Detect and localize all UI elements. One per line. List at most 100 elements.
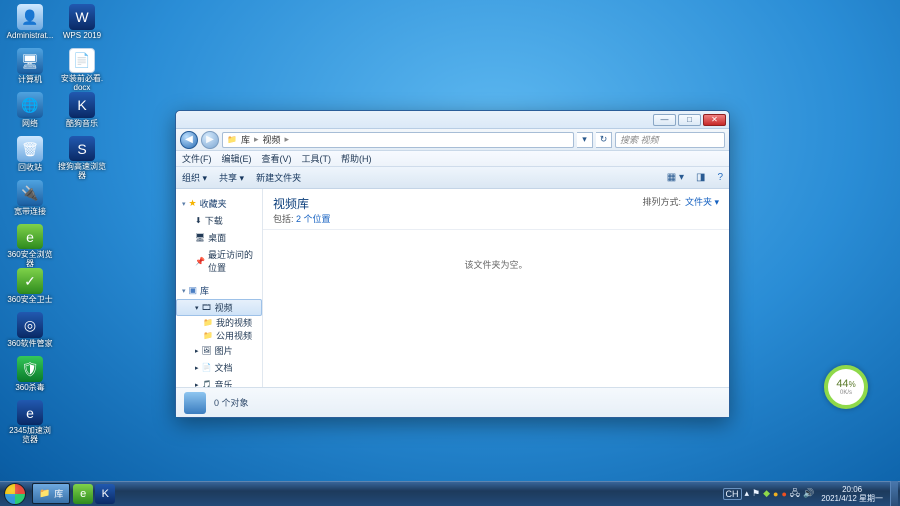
maximize-button[interactable]: □	[678, 114, 701, 126]
task-explorer[interactable]: 📁库	[32, 483, 70, 504]
refresh-button[interactable]: ↻	[596, 132, 612, 148]
desk-recycle[interactable]: 🗑回收站	[4, 136, 56, 180]
tray-clock[interactable]: 20:06 2021/4/12 星期一	[817, 485, 887, 503]
new-folder-button[interactable]: 新建文件夹	[256, 171, 301, 184]
icon-label: 2345加速浏 览器	[9, 426, 51, 444]
menu-edit[interactable]: 编辑(E)	[222, 152, 252, 165]
tray-flag-icon[interactable]: ⚑	[752, 488, 760, 499]
lib-public-videos[interactable]: 📁公用视频	[176, 329, 262, 342]
desk-computer[interactable]: 🖥计算机	[4, 48, 56, 92]
fav-downloads[interactable]: ⬇下载	[176, 212, 262, 229]
app-icon: 🗑	[17, 136, 43, 162]
app-icon: ◎	[17, 312, 43, 338]
window-titlebar[interactable]: — □ ✕	[176, 111, 729, 129]
forward-button[interactable]: ▶	[201, 131, 219, 149]
view-mode-button[interactable]: ▦ ▾	[667, 172, 684, 183]
app-icon: 🔌	[17, 180, 43, 206]
app-icon: 🛡	[17, 356, 43, 382]
toolbar: 组织 ▾ 共享 ▾ 新建文件夹 ▦ ▾ ◨ ?	[176, 167, 729, 189]
lib-pictures[interactable]: ▸🖼图片	[176, 342, 262, 359]
preview-pane-button[interactable]: ◨	[696, 172, 705, 183]
crumb-libraries[interactable]: 库	[241, 133, 250, 146]
desk-kugou[interactable]: K酷狗音乐	[56, 92, 108, 136]
desk-admin[interactable]: 👤Administrat...	[4, 4, 56, 48]
tray-shield-icon[interactable]: ◆	[763, 488, 770, 499]
icon-label: Administrat...	[7, 31, 54, 40]
arrange-by-link[interactable]: 文件夹 ▾	[685, 195, 719, 208]
address-dropdown[interactable]: ▾	[577, 132, 593, 148]
desk-2345[interactable]: e2345加速浏 览器	[4, 400, 56, 444]
desk-sogou[interactable]: S搜狗高速浏览 器	[56, 136, 108, 180]
desk-broadband[interactable]: 🔌宽带连接	[4, 180, 56, 224]
status-bar: 0 个对象	[176, 387, 729, 417]
icon-label: 360软件管家	[7, 339, 52, 348]
icon-label: 回收站	[18, 163, 42, 172]
app-icon: K	[69, 92, 95, 118]
app-icon: 📄	[69, 48, 95, 73]
icon-label: WPS 2019	[63, 31, 101, 40]
back-button[interactable]: ◀	[180, 131, 198, 149]
icon-label: 360安全卫士	[7, 295, 52, 304]
lib-my-videos[interactable]: 📁我的视频	[176, 316, 262, 329]
tray-app-icon-2[interactable]: ●	[781, 489, 786, 499]
tray-chevron-icon[interactable]: ▴	[745, 488, 750, 499]
crumb-videos[interactable]: 视频	[263, 133, 281, 146]
start-button[interactable]	[0, 481, 30, 506]
library-locations-link[interactable]: 2 个位置	[296, 214, 331, 224]
pin-360[interactable]: e	[73, 484, 93, 504]
library-subtitle: 包括: 2 个位置	[273, 212, 331, 225]
tray-network-icon[interactable]: 🖧	[790, 486, 800, 502]
empty-folder-text: 该文件夹为空。	[464, 258, 527, 271]
app-icon: e	[17, 224, 43, 249]
progress-badge[interactable]: 44% 0K/s	[824, 365, 868, 409]
search-input[interactable]: 搜索 视频	[615, 132, 725, 148]
organize-button[interactable]: 组织 ▾	[182, 171, 207, 184]
lib-videos[interactable]: ▾🎞视频	[176, 299, 262, 316]
desk-network[interactable]: 🌐网络	[4, 92, 56, 136]
libraries-group[interactable]: ▾▣库	[182, 284, 262, 297]
tray-app-icon-1[interactable]: ●	[773, 489, 778, 499]
desk-docx[interactable]: 📄安装前必看. docx	[56, 48, 108, 92]
nav-pane: ▾★收藏夹 ⬇下载 🖥桌面 📌最近访问的位置 ▾▣库 ▾🎞视频 📁我的视频 📁公…	[176, 189, 263, 387]
folder-icon: 📁	[39, 488, 50, 499]
address-bar[interactable]: 📁 库 ▸ 视频 ▸	[222, 132, 574, 148]
app-icon: S	[69, 136, 95, 161]
fav-desktop[interactable]: 🖥桌面	[176, 229, 262, 246]
pin-kugou[interactable]: K	[95, 484, 115, 504]
desk-360av[interactable]: 🛡360杀毒	[4, 356, 56, 400]
minimize-button[interactable]: —	[653, 114, 676, 126]
explorer-window: — □ ✕ ◀ ▶ 📁 库 ▸ 视频 ▸ ▾ ↻ 搜索 视频 文件(F) 编辑(…	[175, 110, 730, 418]
lib-documents[interactable]: ▸📄文档	[176, 359, 262, 376]
desk-360safe[interactable]: ✓360安全卫士	[4, 268, 56, 312]
tray-lang[interactable]: CH	[723, 488, 742, 500]
share-button[interactable]: 共享 ▾	[219, 171, 244, 184]
menu-view[interactable]: 查看(V)	[262, 152, 292, 165]
menu-file[interactable]: 文件(F)	[182, 152, 212, 165]
menu-help[interactable]: 帮助(H)	[341, 152, 372, 165]
folder-icon: 📁	[227, 135, 237, 144]
system-tray: CH ▴ ⚑ ◆ ● ● 🖧 🔊 20:06 2021/4/12 星期一	[723, 481, 900, 506]
lib-music[interactable]: ▸🎵音乐	[176, 376, 262, 387]
nav-bar: ◀ ▶ 📁 库 ▸ 视频 ▸ ▾ ↻ 搜索 视频	[176, 129, 729, 151]
fav-recent[interactable]: 📌最近访问的位置	[176, 246, 262, 276]
desk-360browser[interactable]: e360安全浏览 器	[4, 224, 56, 268]
close-button[interactable]: ✕	[703, 114, 726, 126]
windows-logo-icon	[4, 483, 26, 505]
progress-speed: 0K/s	[840, 390, 852, 396]
icon-label: 安装前必看. docx	[61, 74, 103, 92]
desktop: 👤Administrat...🖥计算机🌐网络🗑回收站🔌宽带连接e360安全浏览 …	[0, 0, 112, 448]
menu-tools[interactable]: 工具(T)	[302, 152, 332, 165]
progress-pct: 44	[836, 378, 848, 390]
tray-volume-icon[interactable]: 🔊	[803, 488, 814, 499]
favorites-group[interactable]: ▾★收藏夹	[182, 197, 262, 210]
icon-label: 计算机	[18, 75, 42, 84]
show-desktop-button[interactable]	[890, 481, 898, 506]
app-icon: ✓	[17, 268, 43, 294]
app-icon: 👤	[17, 4, 43, 30]
desk-wps[interactable]: WWPS 2019	[56, 4, 108, 48]
library-header: 视频库 包括: 2 个位置 排列方式: 文件夹 ▾	[263, 189, 729, 230]
help-button[interactable]: ?	[717, 172, 723, 183]
menu-bar: 文件(F) 编辑(E) 查看(V) 工具(T) 帮助(H)	[176, 151, 729, 167]
desk-360soft[interactable]: ◎360软件管家	[4, 312, 56, 356]
app-icon: 🌐	[17, 92, 43, 118]
